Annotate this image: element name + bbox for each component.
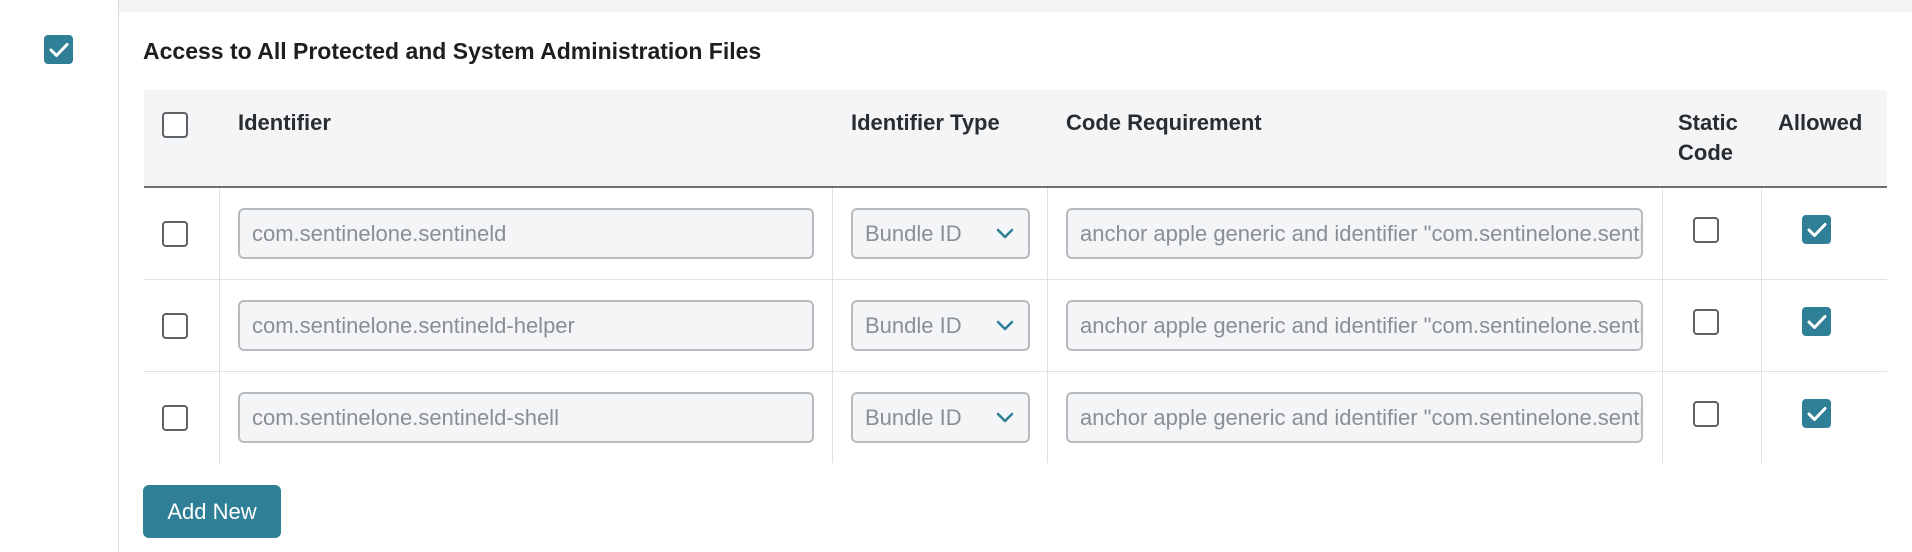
allowed-checkbox[interactable] — [1802, 215, 1831, 244]
identifier-input[interactable]: com.sentinelone.sentineld — [238, 208, 814, 259]
table-row: com.sentinelone.sentineld-helper Bundle … — [144, 280, 1887, 372]
column-divider — [1047, 280, 1048, 371]
checkmark-icon — [1807, 406, 1826, 421]
header-identifier: Identifier — [238, 110, 331, 135]
code-requirement-input[interactable]: anchor apple generic and identifier "com… — [1066, 392, 1643, 443]
column-divider — [1662, 372, 1663, 463]
table-row: com.sentinelone.sentineld Bundle ID anch… — [144, 188, 1887, 280]
static-code-checkbox[interactable] — [1693, 309, 1719, 335]
header-static-code: Static Code — [1678, 108, 1738, 168]
column-divider — [219, 372, 220, 463]
identifier-type-value: Bundle ID — [865, 405, 962, 430]
code-requirement-input[interactable]: anchor apple generic and identifier "com… — [1066, 208, 1643, 259]
column-divider — [219, 188, 220, 279]
column-divider — [1047, 188, 1048, 279]
checkmark-icon — [49, 42, 68, 57]
static-code-checkbox[interactable] — [1693, 401, 1719, 427]
chevron-down-icon — [996, 320, 1014, 331]
top-divider-strip — [119, 0, 1912, 12]
allowed-checkbox[interactable] — [1802, 307, 1831, 336]
column-divider — [219, 280, 220, 371]
column-divider — [1761, 188, 1762, 279]
chevron-down-icon — [996, 412, 1014, 423]
identifier-input[interactable]: com.sentinelone.sentineld-shell — [238, 392, 814, 443]
column-divider — [1761, 280, 1762, 371]
code-requirement-input[interactable]: anchor apple generic and identifier "com… — [1066, 300, 1643, 351]
identifier-input[interactable]: com.sentinelone.sentineld-helper — [238, 300, 814, 351]
header-allowed: Allowed — [1778, 110, 1863, 135]
section-title: Access to All Protected and System Admin… — [143, 38, 762, 64]
row-select-checkbox[interactable] — [162, 405, 188, 431]
identifiers-table: Identifier Identifier Type Code Requirem… — [144, 90, 1887, 463]
column-divider — [832, 188, 833, 279]
column-divider — [832, 280, 833, 371]
checkmark-icon — [1807, 222, 1826, 237]
column-divider — [1662, 280, 1663, 371]
identifier-type-select[interactable]: Bundle ID — [851, 208, 1030, 259]
static-code-checkbox[interactable] — [1693, 217, 1719, 243]
table-row: com.sentinelone.sentineld-shell Bundle I… — [144, 372, 1887, 463]
column-divider — [1047, 372, 1048, 463]
section-enable-checkbox[interactable] — [44, 35, 73, 64]
identifier-type-select[interactable]: Bundle ID — [851, 300, 1030, 351]
allowed-checkbox[interactable] — [1802, 399, 1831, 428]
column-divider — [1662, 188, 1663, 279]
row-select-checkbox[interactable] — [162, 313, 188, 339]
select-all-checkbox[interactable] — [162, 112, 188, 138]
identifier-type-select[interactable]: Bundle ID — [851, 392, 1030, 443]
chevron-down-icon — [996, 228, 1014, 239]
identifier-type-value: Bundle ID — [865, 221, 962, 246]
header-identifier-type: Identifier Type — [851, 110, 1000, 135]
identifier-type-value: Bundle ID — [865, 313, 962, 338]
left-rail — [0, 0, 119, 552]
table-header: Identifier Identifier Type Code Requirem… — [144, 90, 1887, 188]
row-select-checkbox[interactable] — [162, 221, 188, 247]
add-new-button[interactable]: Add New — [143, 485, 281, 538]
header-code-requirement: Code Requirement — [1066, 110, 1262, 135]
checkmark-icon — [1807, 314, 1826, 329]
header-static-code-line1: Static — [1678, 110, 1738, 135]
header-static-code-line2: Code — [1678, 140, 1733, 165]
column-divider — [832, 372, 833, 463]
column-divider — [1761, 372, 1762, 463]
